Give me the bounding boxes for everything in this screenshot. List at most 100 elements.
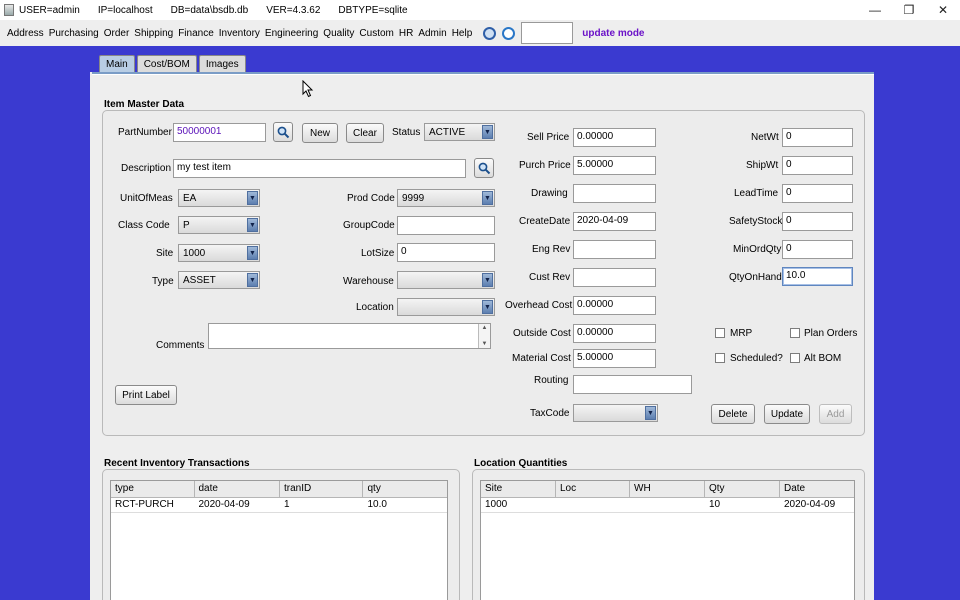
site-select[interactable]: 1000 ▼ — [178, 244, 260, 262]
chevron-down-icon: ▼ — [247, 218, 258, 232]
column-header-type[interactable]: type — [111, 481, 195, 497]
type-value: ASSET — [183, 274, 216, 286]
location-quantities-table[interactable]: Site Loc WH Qty Date 1000 10 2020-04-09 — [480, 480, 855, 600]
print-label-button[interactable]: Print Label — [115, 385, 177, 405]
sellprice-label: Sell Price — [527, 132, 570, 143]
outsidecost-field[interactable]: 0.00000 — [573, 324, 656, 343]
cell-site: 1000 — [485, 499, 508, 510]
restore-button[interactable]: ❐ — [892, 0, 926, 20]
menu-order[interactable]: Order — [104, 28, 130, 39]
taxcode-select[interactable]: ▼ — [573, 404, 658, 422]
item-master-title: Item Master Data — [104, 99, 185, 110]
column-header-loc[interactable]: Loc — [556, 481, 630, 497]
minimize-button[interactable]: — — [858, 0, 892, 20]
description-search-button[interactable] — [474, 158, 494, 178]
refresh-icon[interactable] — [502, 26, 516, 40]
recent-transactions-table[interactable]: type date tranID qty RCT-PURCH 2020-04-0… — [110, 480, 448, 600]
menu-address[interactable]: Address — [7, 28, 44, 39]
comments-scrollbar[interactable]: ▲ ▼ — [478, 324, 490, 348]
chevron-down-icon: ▼ — [482, 300, 493, 314]
column-header-qty[interactable]: qty — [363, 481, 447, 497]
materialcost-field[interactable]: 5.00000 — [573, 349, 656, 368]
createdate-field[interactable]: 2020-04-09 — [573, 212, 656, 231]
tab-main[interactable]: Main — [99, 55, 135, 72]
disconnect-icon[interactable] — [483, 26, 497, 40]
partnumber-label: PartNumber — [118, 127, 172, 138]
shipwt-field[interactable]: 0 — [782, 156, 853, 175]
minordqty-label: MinOrdQty — [733, 244, 782, 255]
column-header-qty[interactable]: Qty — [705, 481, 780, 497]
netwt-field[interactable]: 0 — [782, 128, 853, 147]
table-row[interactable]: 1000 10 2020-04-09 — [481, 498, 854, 513]
comments-textarea[interactable]: ▲ ▼ — [208, 323, 491, 349]
clear-button[interactable]: Clear — [346, 123, 384, 143]
status-select[interactable]: ACTIVE ▼ — [424, 123, 495, 141]
plan-orders-label: Plan Orders — [804, 328, 858, 339]
location-quantities-title: Location Quantities — [474, 458, 568, 469]
menu-help[interactable]: Help — [452, 28, 473, 39]
unitofmeas-label: UnitOfMeas — [120, 193, 173, 204]
chevron-down-icon: ▼ — [247, 246, 258, 260]
custrev-field[interactable] — [573, 268, 656, 287]
update-button[interactable]: Update — [764, 404, 810, 424]
type-label: Type — [152, 276, 174, 287]
delete-button[interactable]: Delete — [711, 404, 755, 424]
add-button[interactable]: Add — [819, 404, 852, 424]
column-header-tranid[interactable]: tranID — [280, 481, 364, 497]
materialcost-label: Material Cost — [512, 353, 571, 364]
engrev-field[interactable] — [573, 240, 656, 259]
routing-label: Routing — [534, 375, 569, 386]
purchprice-field[interactable]: 5.00000 — [573, 156, 656, 175]
menu-engineering[interactable]: Engineering — [265, 28, 318, 39]
unitofmeas-select[interactable]: EA ▼ — [178, 189, 260, 207]
prodcode-label: Prod Code — [347, 193, 395, 204]
sellprice-field[interactable]: 0.00000 — [573, 128, 656, 147]
menu-hr[interactable]: HR — [399, 28, 413, 39]
menu-purchasing[interactable]: Purchasing — [49, 28, 99, 39]
column-header-date[interactable]: Date — [780, 481, 854, 497]
menu-admin[interactable]: Admin — [418, 28, 446, 39]
type-select[interactable]: ASSET ▼ — [178, 271, 260, 289]
prodcode-select[interactable]: 9999 ▼ — [397, 189, 495, 207]
alt-bom-label: Alt BOM — [804, 353, 842, 364]
warehouse-select[interactable]: ▼ — [397, 271, 495, 289]
plan-orders-checkbox[interactable] — [790, 328, 800, 338]
menu-inventory[interactable]: Inventory — [219, 28, 260, 39]
menu-shipping[interactable]: Shipping — [134, 28, 173, 39]
menu-quality[interactable]: Quality — [323, 28, 354, 39]
column-header-site[interactable]: Site — [481, 481, 556, 497]
java-app-icon — [4, 4, 14, 16]
description-field[interactable]: my test item — [173, 159, 466, 178]
partnumber-search-button[interactable] — [273, 122, 293, 142]
partnumber-field[interactable]: 50000001 — [173, 123, 266, 142]
menu-finance[interactable]: Finance — [178, 28, 214, 39]
overheadcost-field[interactable]: 0.00000 — [573, 296, 656, 315]
scroll-up-icon[interactable]: ▲ — [482, 325, 488, 331]
search-icon — [478, 162, 490, 174]
column-header-wh[interactable]: WH — [630, 481, 705, 497]
new-button[interactable]: New — [302, 123, 338, 143]
recent-transactions-title: Recent Inventory Transactions — [104, 458, 250, 469]
menu-custom[interactable]: Custom — [359, 28, 393, 39]
close-button[interactable]: ✕ — [926, 0, 960, 20]
table-row[interactable]: RCT-PURCH 2020-04-09 1 10.0 — [111, 498, 447, 513]
drawing-field[interactable] — [573, 184, 656, 203]
lotsize-field[interactable]: 0 — [397, 243, 495, 262]
safetystock-field[interactable]: 0 — [782, 212, 853, 231]
routing-field[interactable] — [573, 375, 692, 394]
alt-bom-checkbox[interactable] — [790, 353, 800, 363]
qtyonhand-field[interactable]: 10.0 — [782, 267, 853, 286]
tab-cost-bom[interactable]: Cost/BOM — [136, 55, 197, 72]
groupcode-field[interactable] — [397, 216, 495, 235]
mrp-checkbox[interactable] — [715, 328, 725, 338]
location-select[interactable]: ▼ — [397, 298, 495, 316]
scheduled-checkbox[interactable] — [715, 353, 725, 363]
leadtime-field[interactable]: 0 — [782, 184, 853, 203]
chevron-down-icon: ▼ — [247, 191, 258, 205]
menu-input-box[interactable] — [521, 22, 574, 44]
classcode-select[interactable]: P ▼ — [178, 216, 260, 234]
tab-images[interactable]: Images — [198, 55, 246, 72]
scroll-down-icon[interactable]: ▼ — [482, 341, 488, 347]
column-header-date[interactable]: date — [195, 481, 280, 497]
minordqty-field[interactable]: 0 — [782, 240, 853, 259]
